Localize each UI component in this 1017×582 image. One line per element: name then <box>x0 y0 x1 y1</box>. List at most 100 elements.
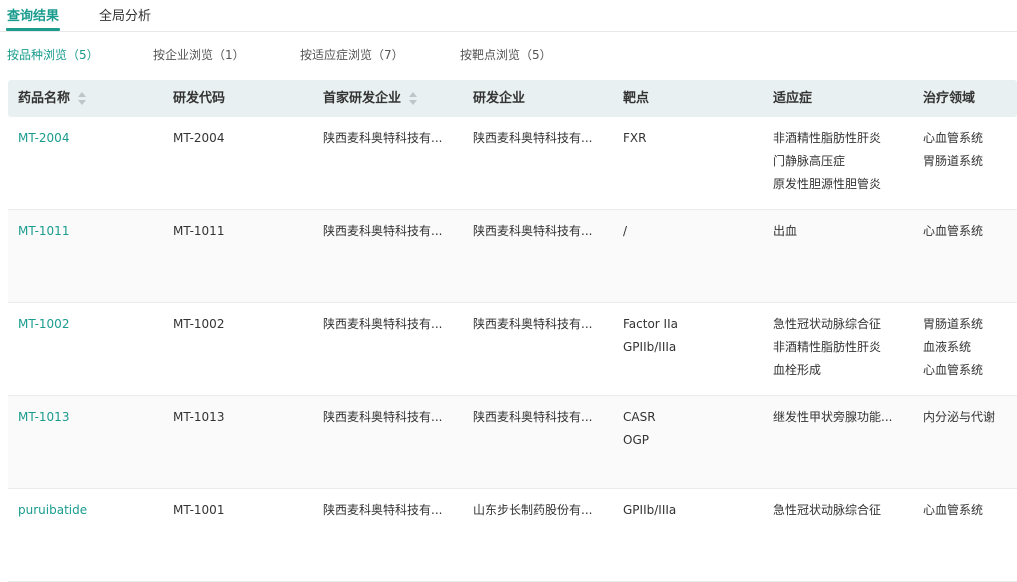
drug-name-link-text[interactable]: MT-2004 <box>18 127 158 150</box>
therapeutic-areas-item: 血液系统 <box>923 340 972 354</box>
column-header-company: 研发企业 <box>473 80 525 117</box>
dev-code-text: MT-1002 <box>173 317 225 331</box>
company-text: 陕西麦科奥特科技有... <box>473 410 593 424</box>
therapeutic-areas: 胃肠道系统血液系统心血管系统 <box>923 313 1017 382</box>
targets: Factor IIa GPIIb/IIIa <box>623 313 763 359</box>
dev-code: MT-1001 <box>173 499 313 522</box>
drug-name-link-text[interactable]: MT-1002 <box>18 313 158 336</box>
table-row: puruibatide MT-1001 陕西麦科奥特科技有... 山东步长制药股份有.… <box>8 489 1017 582</box>
column-label: 治疗领域 <box>923 91 976 106</box>
targets-item: GPIIb/IIIa <box>623 503 677 517</box>
targets: GPIIb/IIIa <box>623 499 763 522</box>
company: 陕西麦科奥特科技有... <box>473 127 613 150</box>
company: 山东步长制药股份有... <box>473 499 613 522</box>
dev-code: MT-2004 <box>173 127 313 150</box>
first-company: 陕西麦科奥特科技有... <box>323 406 463 429</box>
indications: 急性冠状动脉综合征 非酒精性脂肪性肝炎 血栓形成 <box>773 313 913 382</box>
therapeutic-areas-item: 心血管系统 <box>923 131 984 145</box>
result-tabs: 查询结果 全局分析 <box>0 0 1017 32</box>
targets-item: FXR <box>623 131 647 145</box>
column-label: 研发企业 <box>473 91 526 106</box>
indications-item: 门静脉高压症 <box>773 154 846 168</box>
therapeutic-areas: 心血管系统 <box>923 499 1017 522</box>
company-text: 陕西麦科奥特科技有... <box>473 131 593 145</box>
indications-item: 急性冠状动脉综合征 <box>773 317 882 331</box>
first-company-text: 陕西麦科奥特科技有... <box>323 224 443 238</box>
drug-name-link[interactable]: MT-1002 <box>18 313 158 336</box>
column-label: 药品名称 <box>18 91 71 106</box>
company: 陕西麦科奥特科技有... <box>473 406 613 429</box>
first-company: 陕西麦科奥特科技有... <box>323 499 463 522</box>
column-label: 靶点 <box>623 91 650 106</box>
indications-item: 非酒精性脂肪性肝炎 <box>773 131 882 145</box>
indications-item: 急性冠状动脉综合征 <box>773 503 882 517</box>
targets: CASR OGP <box>623 406 763 452</box>
table-row: MT-2004 MT-2004 陕西麦科奥特科技有... 陕西麦科奥特科技有... FX… <box>8 117 1017 210</box>
therapeutic-areas-item: 心血管系统 <box>923 503 984 517</box>
drug-name-link[interactable]: puruibatide <box>18 499 158 522</box>
targets: / <box>623 220 763 243</box>
indications-item: 出血 <box>773 224 798 238</box>
drug-table: 药品名称 研发代码 首家研发企业 研发企业 靶点 适应症 治疗领域 MT-200… <box>8 80 1017 582</box>
therapeutic-areas-item: 心血管系统 <box>923 224 984 238</box>
column-label: 适应症 <box>773 91 813 106</box>
tab-query-results[interactable]: 查询结果 <box>7 5 59 24</box>
company-text: 山东步长制药股份有... <box>473 503 593 517</box>
drug-name-link[interactable]: MT-1013 <box>18 406 158 429</box>
column-label: 首家研发企业 <box>323 91 402 106</box>
company-text: 陕西麦科奥特科技有... <box>473 317 593 331</box>
sort-icon[interactable] <box>409 92 418 105</box>
first-company: 陕西麦科奥特科技有... <box>323 127 463 150</box>
drug-name-link-text[interactable]: MT-1013 <box>18 406 158 429</box>
drug-name-link-text[interactable]: puruibatide <box>18 499 158 522</box>
tab-global-analysis[interactable]: 全局分析 <box>99 5 151 24</box>
column-header-drug-name[interactable]: 药品名称 <box>18 80 87 117</box>
subtab-by-indication[interactable]: 按适应症浏览（7） <box>300 46 404 63</box>
active-tab-indicator <box>6 28 60 31</box>
table-row: MT-1002 MT-1002 陕西麦科奥特科技有... 陕西麦科奥特科技有... Fa… <box>8 303 1017 396</box>
first-company: 陕西麦科奥特科技有... <box>323 313 463 336</box>
sort-icon[interactable] <box>78 92 87 105</box>
indications: 急性冠状动脉综合征 <box>773 499 913 522</box>
drug-name-link[interactable]: MT-1011 <box>18 220 158 243</box>
indications: 非酒精性脂肪性肝炎 门静脉高压症原发性胆源性胆管炎 <box>773 127 913 196</box>
dev-code-text: MT-1013 <box>173 410 225 424</box>
targets-item: Factor IIa <box>623 317 678 331</box>
therapeutic-areas: 心血管系统 <box>923 220 1017 243</box>
therapeutic-areas-item: 胃肠道系统 <box>923 317 984 331</box>
column-header-first-company[interactable]: 首家研发企业 <box>323 80 418 117</box>
subtab-by-variety[interactable]: 按品种浏览（5） <box>7 46 99 63</box>
therapeutic-areas-item: 心血管系统 <box>923 363 984 377</box>
company: 陕西麦科奥特科技有... <box>473 220 613 243</box>
table-row: MT-1011 MT-1011 陕西麦科奥特科技有... 陕西麦科奥特科技有... / 出… <box>8 210 1017 303</box>
therapeutic-areas: 心血管系统胃肠道系统 <box>923 127 1017 173</box>
targets-item: OGP <box>623 433 649 447</box>
targets-item: / <box>623 224 628 238</box>
drug-name-link[interactable]: MT-2004 <box>18 127 158 150</box>
therapeutic-areas-item: 内分泌与代谢 <box>923 410 996 424</box>
subtab-by-target[interactable]: 按靶点浏览（5） <box>460 46 552 63</box>
drug-name-link-text[interactable]: MT-1011 <box>18 220 158 243</box>
company-text: 陕西麦科奥特科技有... <box>473 224 593 238</box>
subtab-by-company[interactable]: 按企业浏览（1） <box>153 46 245 63</box>
targets-item: GPIIb/IIIa <box>623 340 677 354</box>
dev-code: MT-1002 <box>173 313 313 336</box>
table-header: 药品名称 研发代码 首家研发企业 研发企业 靶点 适应症 治疗领域 <box>8 80 1017 117</box>
targets: FXR <box>623 127 763 150</box>
first-company-text: 陕西麦科奥特科技有... <box>323 410 443 424</box>
indications: 继发性甲状旁腺功能... <box>773 406 913 429</box>
table-body: MT-2004 MT-2004 陕西麦科奥特科技有... 陕西麦科奥特科技有... FX… <box>8 117 1017 582</box>
dev-code-text: MT-1011 <box>173 224 225 238</box>
indications-item: 原发性胆源性胆管炎 <box>773 177 882 191</box>
first-company: 陕西麦科奥特科技有... <box>323 220 463 243</box>
table-row: MT-1013 MT-1013 陕西麦科奥特科技有... 陕西麦科奥特科技有... CA… <box>8 396 1017 489</box>
first-company-text: 陕西麦科奥特科技有... <box>323 131 443 145</box>
company: 陕西麦科奥特科技有... <box>473 313 613 336</box>
therapeutic-areas: 内分泌与代谢 <box>923 406 1017 429</box>
indications: 出血 <box>773 220 913 243</box>
first-company-text: 陕西麦科奥特科技有... <box>323 317 443 331</box>
therapeutic-areas-item: 胃肠道系统 <box>923 154 984 168</box>
indications-item: 血栓形成 <box>773 363 822 377</box>
column-header-target: 靶点 <box>623 80 649 117</box>
indications-item: 继发性甲状旁腺功能... <box>773 410 893 424</box>
